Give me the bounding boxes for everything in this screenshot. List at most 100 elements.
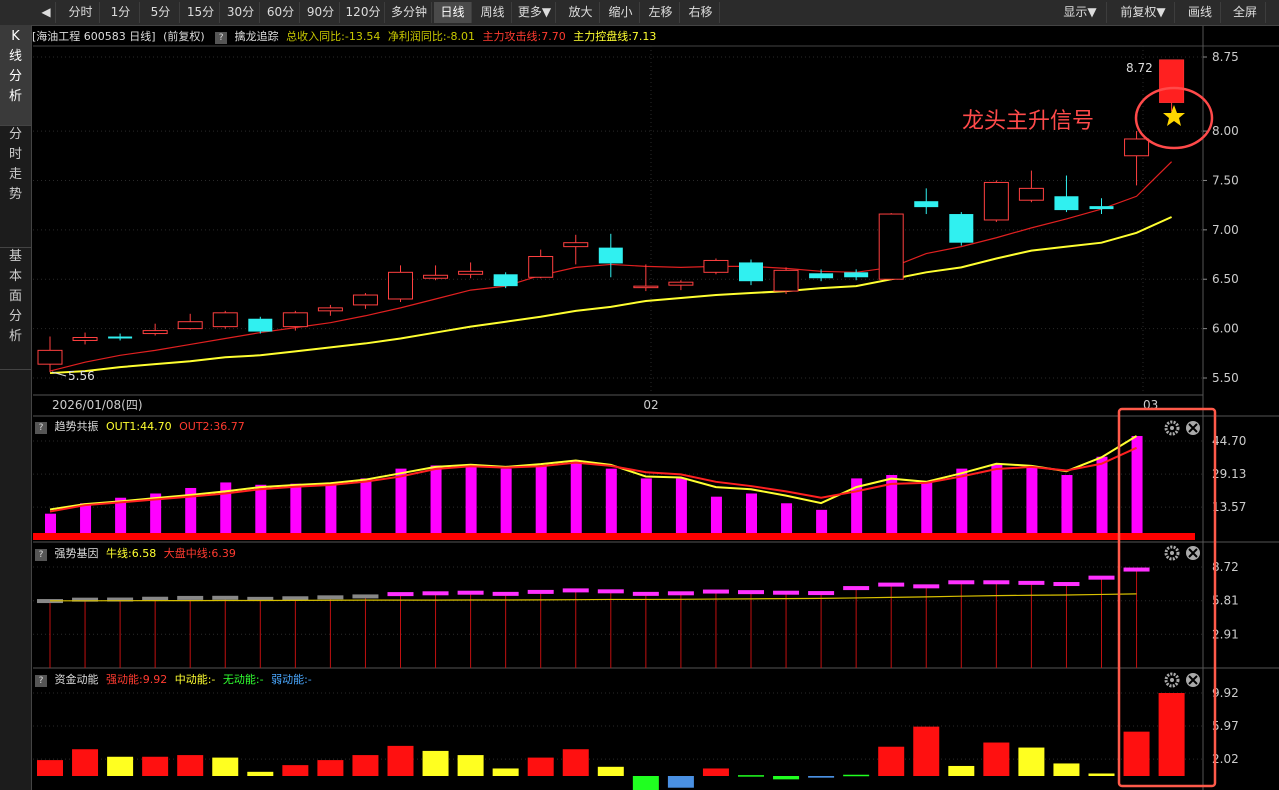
candle xyxy=(878,213,904,280)
panel3-bar xyxy=(1088,773,1115,776)
action-0[interactable]: 放大 xyxy=(562,2,600,23)
action-1[interactable]: 缩小 xyxy=(602,2,640,23)
candle xyxy=(282,312,308,328)
panel2-block xyxy=(808,591,835,596)
candle xyxy=(703,259,729,273)
gear-icon xyxy=(1164,420,1180,436)
signal-circle xyxy=(1134,86,1214,150)
panel1-bar xyxy=(325,482,337,536)
panel1-title: 趋势共振 xyxy=(54,420,99,433)
panel3-bar xyxy=(948,765,975,776)
panel3-tick-label: 2.02 xyxy=(1212,752,1239,766)
period-7[interactable]: 120分 xyxy=(342,2,385,23)
help-icon[interactable]: ? xyxy=(35,422,47,434)
panel3-bar xyxy=(738,775,764,777)
panel1-bar xyxy=(710,496,722,536)
panel3-bar xyxy=(702,768,729,776)
period-11[interactable]: 更多▼ xyxy=(514,2,556,23)
low-pointer xyxy=(51,371,67,377)
period-1[interactable]: 1分 xyxy=(102,2,140,23)
panel1-bar xyxy=(360,478,372,536)
period-3[interactable]: 15分 xyxy=(182,2,220,23)
panel2-block xyxy=(457,590,484,595)
candle xyxy=(844,272,869,278)
period-9[interactable]: 日线 xyxy=(434,2,472,23)
panel1-bar xyxy=(956,468,968,536)
candle xyxy=(739,262,763,282)
panel2-block xyxy=(667,591,694,596)
indicator-name[interactable]: 擒龙追踪 xyxy=(235,30,279,43)
panel2-block xyxy=(492,591,519,596)
panel3-bar xyxy=(1018,747,1045,776)
panel3-none: 无动能:- xyxy=(222,673,264,686)
toolbar-right-2[interactable]: 画线 xyxy=(1180,2,1221,23)
panel1-out2: OUT2:36.77 xyxy=(179,420,245,433)
panel1-tick-label: 44.70 xyxy=(1212,434,1246,448)
help-icon[interactable]: ? xyxy=(35,675,47,687)
panel3-weak: 弱动能:- xyxy=(271,673,312,686)
panel1-bar xyxy=(991,464,1003,536)
period-0[interactable]: 分时 xyxy=(62,2,100,23)
panel1-tick-label: 13.57 xyxy=(1212,500,1246,514)
panel2-tick-label: 8.72 xyxy=(1212,560,1239,574)
period-8[interactable]: 多分钟 xyxy=(387,2,432,23)
toolbar-right-0[interactable]: 显示▼ xyxy=(1054,2,1107,23)
panel1-bar xyxy=(80,503,92,536)
panel2-block xyxy=(1123,567,1150,572)
candle xyxy=(142,330,168,335)
back-button[interactable]: ◀ xyxy=(37,2,56,23)
candle xyxy=(212,312,238,328)
panel2-block xyxy=(142,596,169,601)
panel2-block xyxy=(387,592,414,597)
candle xyxy=(1124,138,1150,157)
panel3-bar xyxy=(1158,693,1185,776)
gear-icon xyxy=(1164,672,1180,688)
candle xyxy=(248,318,273,332)
panel2-block xyxy=(352,594,379,599)
panel1-bar xyxy=(781,503,793,536)
sidebar-tab-1[interactable]: 分时走势 xyxy=(0,123,31,248)
candle xyxy=(1018,187,1044,201)
control-line-value: 主力控盘线:7.13 xyxy=(573,30,657,43)
panel1-bar xyxy=(851,478,863,536)
sidebar-tab-0[interactable]: K线分析 xyxy=(0,25,31,126)
signal-flag xyxy=(1159,59,1184,103)
period-5[interactable]: 60分 xyxy=(262,2,300,23)
price-tick-label: 6.00 xyxy=(1212,322,1239,336)
high-price-label: 8.72 xyxy=(1126,61,1153,75)
panel3-bar xyxy=(562,749,589,776)
date-label: 2026/01/08(四) xyxy=(52,398,143,412)
panel3-bar xyxy=(317,760,344,776)
panel1-bar xyxy=(500,468,512,536)
period-2[interactable]: 5分 xyxy=(142,2,180,23)
candle xyxy=(423,274,449,279)
period-4[interactable]: 30分 xyxy=(222,2,260,23)
gear-icon-center xyxy=(1170,551,1174,555)
price-tick-label: 7.50 xyxy=(1212,173,1239,187)
candle xyxy=(598,247,623,264)
panel1-bar xyxy=(1096,456,1108,536)
toolbar-right-3[interactable]: 全屏 xyxy=(1225,2,1266,23)
period-10[interactable]: 周线 xyxy=(474,2,512,23)
close-icon xyxy=(1186,546,1200,560)
panel3-bar xyxy=(1123,731,1150,776)
panel3-bar xyxy=(282,765,309,776)
toolbar-right-1[interactable]: 前复权▼ xyxy=(1112,2,1175,23)
panel3-bar xyxy=(37,760,63,776)
panel1-bar xyxy=(115,497,127,536)
low-price-label: 5.56 xyxy=(68,369,95,383)
help-icon[interactable]: ? xyxy=(35,549,47,561)
stock-title: [海油工程 600583 日线] xyxy=(32,30,156,43)
period-6[interactable]: 90分 xyxy=(302,2,340,23)
panel1-base-strip xyxy=(33,533,1195,540)
toolbar: ◀ 分时 1分 5分 15分 30分 60分 90分 120分 多分钟 日线 周线 更多▼ 放大 缩小 左移右… xyxy=(0,0,1279,26)
help-icon[interactable]: ? xyxy=(215,32,228,44)
close-icon-cross xyxy=(1188,675,1198,685)
attack-line-value: 主力攻击线:7.70 xyxy=(482,30,566,43)
candle xyxy=(37,349,63,365)
action-2[interactable]: 左移 xyxy=(642,2,680,23)
sidebar-tab-2[interactable]: 基本面分析 xyxy=(0,245,31,370)
candle xyxy=(949,214,974,243)
panel3-tick-label: 9.92 xyxy=(1212,686,1239,700)
action-3[interactable]: 右移 xyxy=(682,2,720,23)
